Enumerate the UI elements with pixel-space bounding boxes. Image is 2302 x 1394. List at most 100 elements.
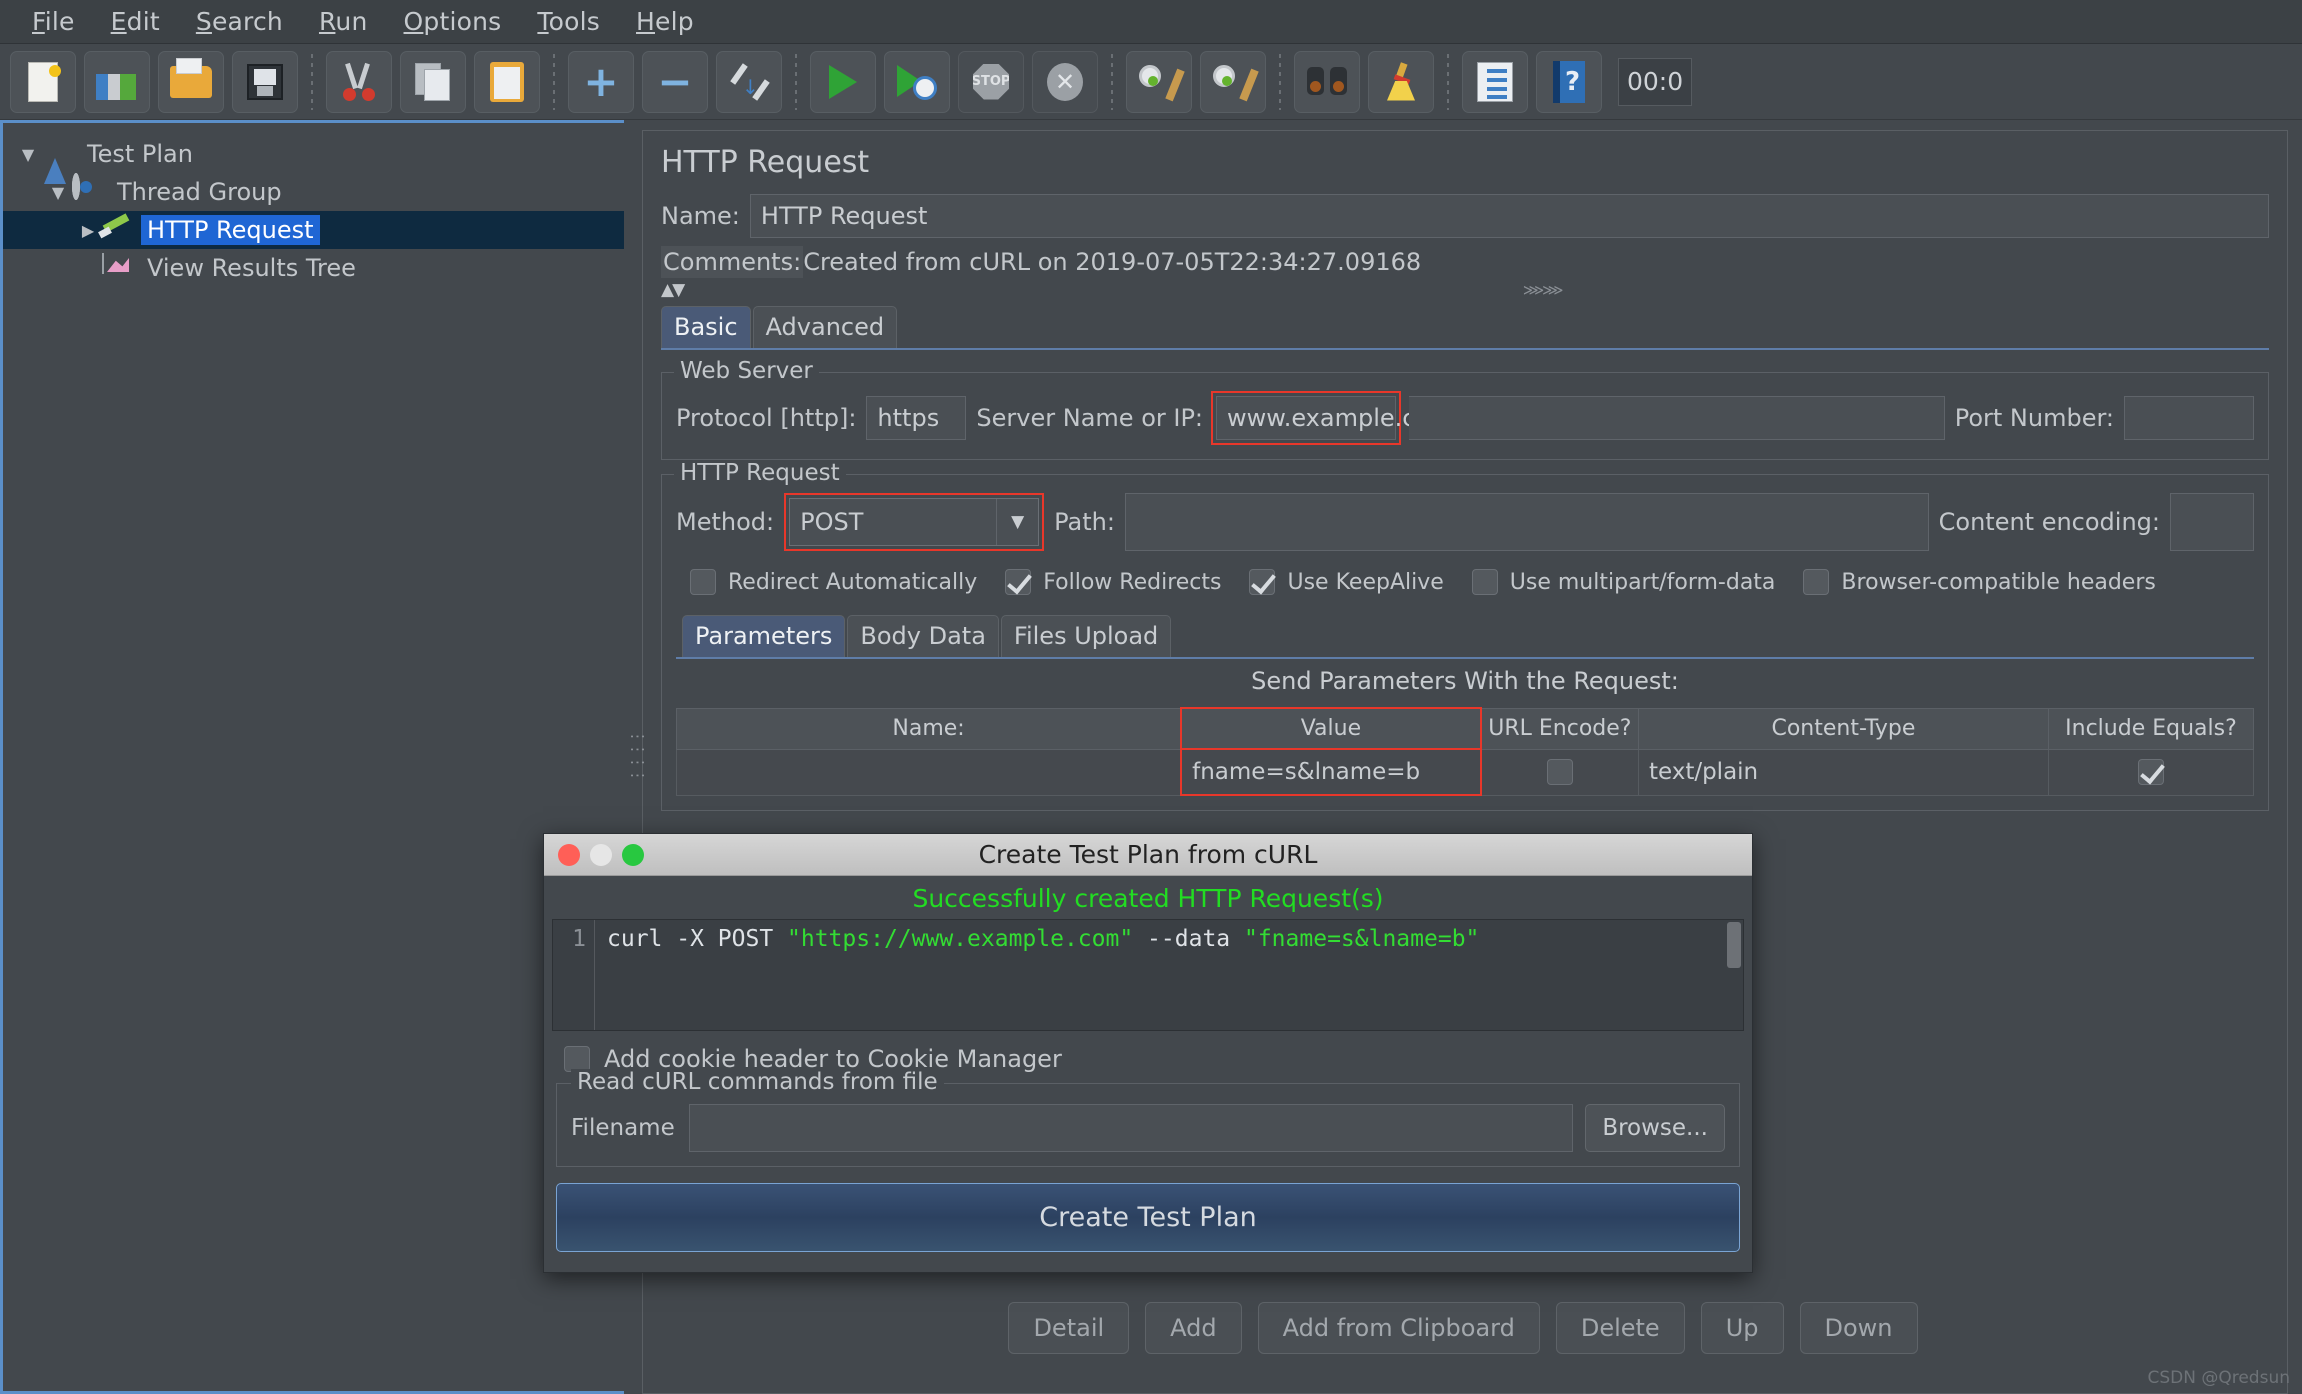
editor-scrollbar[interactable] [1727,922,1741,968]
cell-url-encode[interactable] [1480,748,1639,796]
menu-item-edit[interactable]: Edit [93,5,178,38]
read-curl-from-file-legend: Read cURL commands from file [571,1069,944,1095]
checkbox-redirect-automatically[interactable] [690,569,716,595]
column-header-url-encode[interactable]: URL Encode? [1480,707,1639,750]
comments-input[interactable]: Created from cURL on 2019-07-05T22:34:27… [803,248,1421,276]
delete-button[interactable]: Delete [1555,1302,1685,1354]
copy-icon[interactable] [400,50,466,113]
start-no-timers-icon[interactable] [884,50,950,113]
name-input[interactable]: HTTP Request [749,194,2269,238]
toggle-icon[interactable]: ↓ [716,50,782,113]
checkbox-include-equals[interactable] [2137,759,2164,786]
server-name-input[interactable]: www.example.com [1216,396,1454,440]
splitter-bar[interactable]: ▲▼ ⋙⋙ [661,280,2269,300]
menu-item-search[interactable]: Search [178,5,301,38]
expand-arrow-icon[interactable]: ▼ [17,145,39,164]
tree-node-thread-group[interactable]: ▼ Thread Group [3,173,624,211]
cell-include-equals[interactable] [2047,748,2255,796]
expand-arrow-icon[interactable]: ▼ [47,183,69,202]
templates-icon[interactable] [84,50,150,113]
down-button[interactable]: Down [1799,1302,1918,1354]
content-encoding-label: Content encoding: [1938,508,2160,536]
splitter-grip-icon[interactable]: ⋙⋙ [1523,281,1564,299]
stop-icon[interactable]: STOP [958,50,1024,113]
new-document-icon[interactable] [10,50,76,113]
menu-item-options[interactable]: Options [386,5,520,38]
tree-node-view-results-tree[interactable]: ▶ View Results Tree [3,249,624,287]
menu-item-file[interactable]: FFileile [14,5,93,38]
tab-parameters[interactable]: Parameters [682,615,846,657]
server-name-label: Server Name or IP: [976,404,1204,432]
clear-icon[interactable] [1126,50,1192,113]
open-folder-icon[interactable] [158,50,224,113]
column-header-value[interactable]: Value [1180,707,1482,750]
panel-drag-grip-icon[interactable]: ⋮⋮⋮⋮ [629,729,648,781]
splitter-arrows-icon[interactable]: ▲▼ [661,280,685,300]
clear-search-broom-icon[interactable] [1368,50,1434,113]
function-helper-icon[interactable] [1462,50,1528,113]
browse-button[interactable]: Browse... [1585,1104,1725,1152]
tab-basic[interactable]: Basic [661,306,751,348]
path-input[interactable] [1124,493,1929,551]
checkbox-follow-redirects-label: Follow Redirects [1043,569,1222,595]
curl-command-editor[interactable]: 1 curl -X POST "https://www.example.com"… [552,919,1744,1031]
checkbox-browser-compatible-headers-label: Browser-compatible headers [1841,569,2156,595]
help-book-icon[interactable]: ? [1536,50,1602,113]
protocol-input[interactable]: https [866,396,967,440]
checkbox-follow-redirects[interactable] [1005,569,1032,595]
name-label: Name: [661,202,740,230]
collapse-arrow-icon[interactable]: ▶ [77,221,99,240]
start-play-icon[interactable] [810,50,876,113]
checkbox-browser-compatible-headers[interactable] [1803,569,1830,595]
checkbox-use-multipart[interactable] [1471,569,1498,595]
filename-row: Filename Browse... [571,1104,1725,1152]
menu-item-help[interactable]: Help [618,5,712,38]
tab-advanced[interactable]: Advanced [752,306,898,348]
create-test-plan-button[interactable]: Create Test Plan [556,1183,1740,1252]
cell-content-type[interactable]: text/plain [1637,748,2049,796]
server-name-input-extension[interactable] [1409,396,1945,440]
status-message: Successfully created HTTP Request(s) [912,884,1384,913]
up-button[interactable]: Up [1700,1302,1784,1354]
menu-item-run[interactable]: Run [301,5,386,38]
chevron-down-icon[interactable]: ▼ [996,499,1039,545]
parameter-action-buttons: Detail Add Add from Clipboard Delete Up … [624,1302,2302,1354]
path-label: Path: [1054,508,1115,536]
detail-button[interactable]: Detail [1008,1302,1130,1354]
cell-param-name[interactable] [676,748,1182,796]
method-dropdown[interactable]: POST ▼ [789,498,1040,546]
tree-node-label: Test Plan [87,140,193,168]
port-number-input[interactable] [2124,396,2254,440]
paste-clipboard-icon[interactable] [474,50,540,113]
checkbox-use-keepalive[interactable] [1249,569,1276,595]
dialog-title-bar[interactable]: Create Test Plan from cURL [544,834,1752,876]
add-button[interactable]: Add [1145,1302,1242,1354]
chart-icon [99,253,133,283]
cut-scissors-icon[interactable] [326,50,392,113]
column-header-include-equals[interactable]: Include Equals? [2047,707,2255,750]
content-encoding-input[interactable] [2170,493,2254,551]
remove-minus-icon[interactable]: − [642,50,708,113]
clear-all-icon[interactable] [1200,50,1266,113]
add-plus-icon[interactable]: + [568,50,634,113]
toolbar: + − ↓ STOP ✕ ? 00:0 [0,44,2302,120]
curl-command-text[interactable]: curl -X POST "https://www.example.com" -… [595,920,1479,1030]
checkbox-url-encode[interactable] [1546,759,1573,786]
shutdown-icon[interactable]: ✕ [1032,50,1098,113]
test-plan-tree[interactable]: ▼ Test Plan ▼ Thread Group ▶ HTTP Reques… [0,120,624,1394]
menu-item-tools[interactable]: Tools [519,5,618,38]
table-row[interactable]: fname=s&lname=b text/plain [676,748,2255,796]
add-from-clipboard-button[interactable]: Add from Clipboard [1257,1302,1540,1354]
filename-input[interactable] [688,1104,1574,1152]
save-icon[interactable] [232,50,298,113]
column-header-name[interactable]: Name: [676,707,1182,750]
cell-param-value[interactable]: fname=s&lname=b [1180,748,1482,796]
comments-row: Comments:Created from cURL on 2019-07-05… [661,246,2269,278]
search-binoculars-icon[interactable] [1294,50,1360,113]
elapsed-timer: 00:0 [1618,57,1693,106]
column-header-content-type[interactable]: Content-Type [1637,707,2049,750]
tab-body-data[interactable]: Body Data [847,615,999,657]
tab-files-upload[interactable]: Files Upload [1000,615,1172,657]
tree-node-http-request[interactable]: ▶ HTTP Request [3,211,624,249]
tree-node-test-plan[interactable]: ▼ Test Plan [3,135,624,184]
